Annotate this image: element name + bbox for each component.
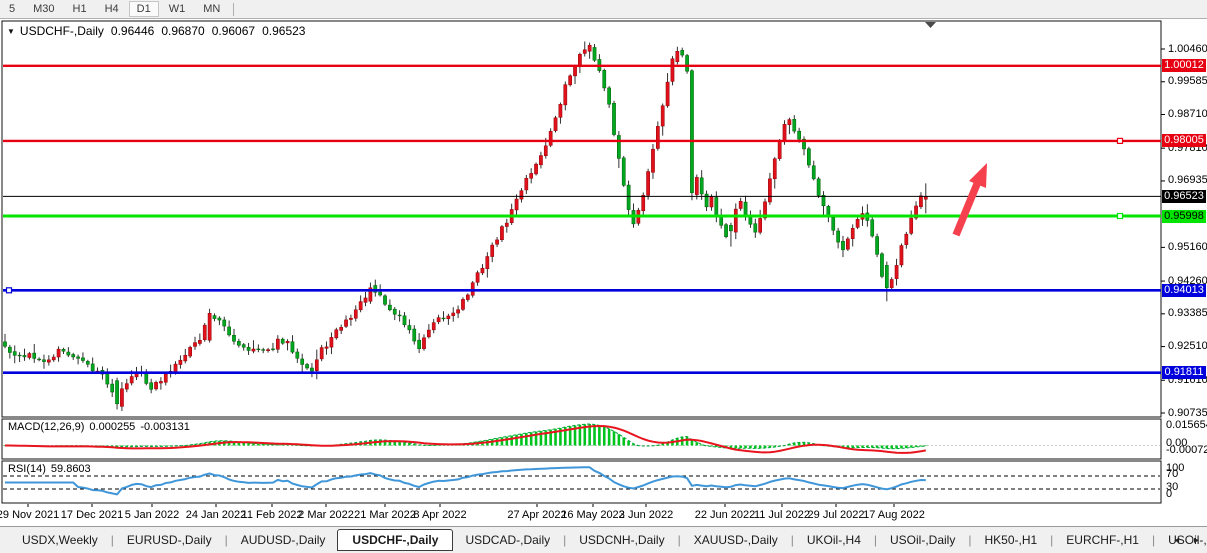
- chart-tabs: USDX,Weekly|EURUSD-,Daily|AUDUSD-,DailyU…: [0, 526, 1207, 553]
- date-label: 22 Jun 2022: [695, 509, 756, 521]
- chart-tab[interactable]: AUDUSD-,Daily: [229, 529, 338, 551]
- tab-scroll-right-icon[interactable]: ▸: [1194, 535, 1199, 546]
- macd-signal-value: -0.003131: [140, 421, 190, 433]
- hline-handle[interactable]: [7, 288, 12, 293]
- date-label: 17 Dec 2021: [61, 509, 123, 521]
- tab-scroll-left-icon[interactable]: ◂: [1174, 535, 1179, 546]
- price-line-badge: 0.91811: [1162, 366, 1206, 379]
- date-label: 29 Nov 2021: [0, 509, 59, 521]
- timeframe-d1[interactable]: D1: [129, 1, 159, 17]
- date-label: 11 Feb 2022: [242, 509, 303, 521]
- chart-tab[interactable]: EURCHF-,H1: [1054, 529, 1151, 551]
- hline-handle[interactable]: [1118, 138, 1123, 143]
- chart-title: ▼ USDCHF-,Daily 0.96446 0.96870 0.96067 0.965…: [7, 24, 305, 38]
- mt4-window: 5M30H1H4D1W1MN ▼ USDCHF-,Daily 0.96446 0.96…: [0, 0, 1207, 553]
- price-line-badge: 0.94013: [1162, 284, 1206, 297]
- date-label: 21 Mar 2022: [354, 509, 416, 521]
- rsi-axis-70: 70: [1166, 468, 1178, 480]
- rsi-axis-0: 0: [1166, 488, 1172, 500]
- timeframe-mn[interactable]: MN: [195, 1, 228, 17]
- date-label: 8 Apr 2022: [413, 509, 466, 521]
- date-label: 2 Mar 2022: [298, 509, 354, 521]
- price-tick-label: 0.95160: [1168, 241, 1207, 253]
- chart-tab[interactable]: EURUSD-,Daily: [115, 529, 224, 551]
- price-line-badge: 0.98005: [1162, 134, 1206, 147]
- tab-scroll-arrows: ◂ ▸: [1162, 535, 1199, 546]
- chart-tab[interactable]: XAUUSD-,Daily: [682, 529, 790, 551]
- price-tick-label: 0.98710: [1168, 108, 1207, 120]
- date-label: 29 Jul 2022: [808, 509, 865, 521]
- macd-axis-max: 0.015654: [1166, 419, 1207, 431]
- chart-canvas[interactable]: [0, 0, 1207, 553]
- price-tick-label: 0.92510: [1168, 340, 1207, 352]
- macd-label: MACD(12,26,9) 0.000255 -0.003131: [8, 421, 195, 433]
- price-tick-label: 1.00460: [1168, 43, 1207, 55]
- main-panel-frame: [2, 21, 1161, 417]
- timeframe-toolbar: 5M30H1H4D1W1MN: [0, 0, 1207, 19]
- hline-handle[interactable]: [1118, 214, 1123, 219]
- toolbar-separator: [233, 3, 234, 16]
- current-price-badge: 0.96523: [1162, 190, 1206, 203]
- ohlc-close: 0.96523: [262, 24, 305, 38]
- chart-tab[interactable]: USOil-,Daily: [878, 529, 967, 551]
- chart-tab[interactable]: USDCNH-,Daily: [567, 529, 676, 551]
- date-label: 5 Jan 2022: [125, 509, 179, 521]
- timeframe-5[interactable]: 5: [1, 1, 23, 17]
- date-label: 11 Jul 2022: [754, 509, 810, 521]
- price-tick-label: 0.93385: [1168, 307, 1207, 319]
- macd-axis-min: -0.0007259: [1166, 444, 1207, 456]
- rsi-label: RSI(14) 59.8603: [8, 463, 96, 475]
- ohlc-high: 0.96870: [161, 24, 204, 38]
- rsi-name: RSI(14): [8, 463, 46, 475]
- chart-symbol-period: USDCHF-,Daily: [20, 24, 104, 38]
- date-label: 16 May 2022: [561, 509, 625, 521]
- timeframe-h4[interactable]: H4: [97, 1, 127, 17]
- chart-tab[interactable]: USDCHF-,Daily: [337, 529, 453, 551]
- timeframe-w1[interactable]: W1: [161, 1, 194, 17]
- chart-tab[interactable]: USDCAD-,Daily: [453, 529, 562, 551]
- date-label: 27 Apr 2022: [507, 509, 566, 521]
- macd-name: MACD(12,26,9): [8, 421, 84, 433]
- price-line-badge: 0.95998: [1162, 210, 1206, 223]
- collapse-triangle-icon[interactable]: ▼: [7, 27, 15, 36]
- price-tick-label: 0.99585: [1168, 75, 1207, 87]
- timeframe-m30[interactable]: M30: [25, 1, 62, 17]
- macd-main-value: 0.000255: [89, 421, 135, 433]
- price-tick-label: 0.90735: [1168, 407, 1207, 419]
- date-label: 3 Jun 2022: [619, 509, 673, 521]
- rsi-value: 59.8603: [51, 463, 91, 475]
- timeframe-h1[interactable]: H1: [65, 1, 95, 17]
- date-label: 17 Aug 2022: [863, 509, 925, 521]
- price-tick-label: 0.96935: [1168, 174, 1207, 186]
- chart-tab[interactable]: UKOil-,H4: [795, 529, 873, 551]
- ohlc-low: 0.96067: [212, 24, 255, 38]
- ohlc-open: 0.96446: [111, 24, 154, 38]
- date-label: 24 Jan 2022: [186, 509, 247, 521]
- price-line-badge: 1.00012: [1162, 59, 1206, 72]
- chart-tab[interactable]: HK50-,H1: [972, 529, 1049, 551]
- chart-tab[interactable]: USDX,Weekly: [10, 529, 110, 551]
